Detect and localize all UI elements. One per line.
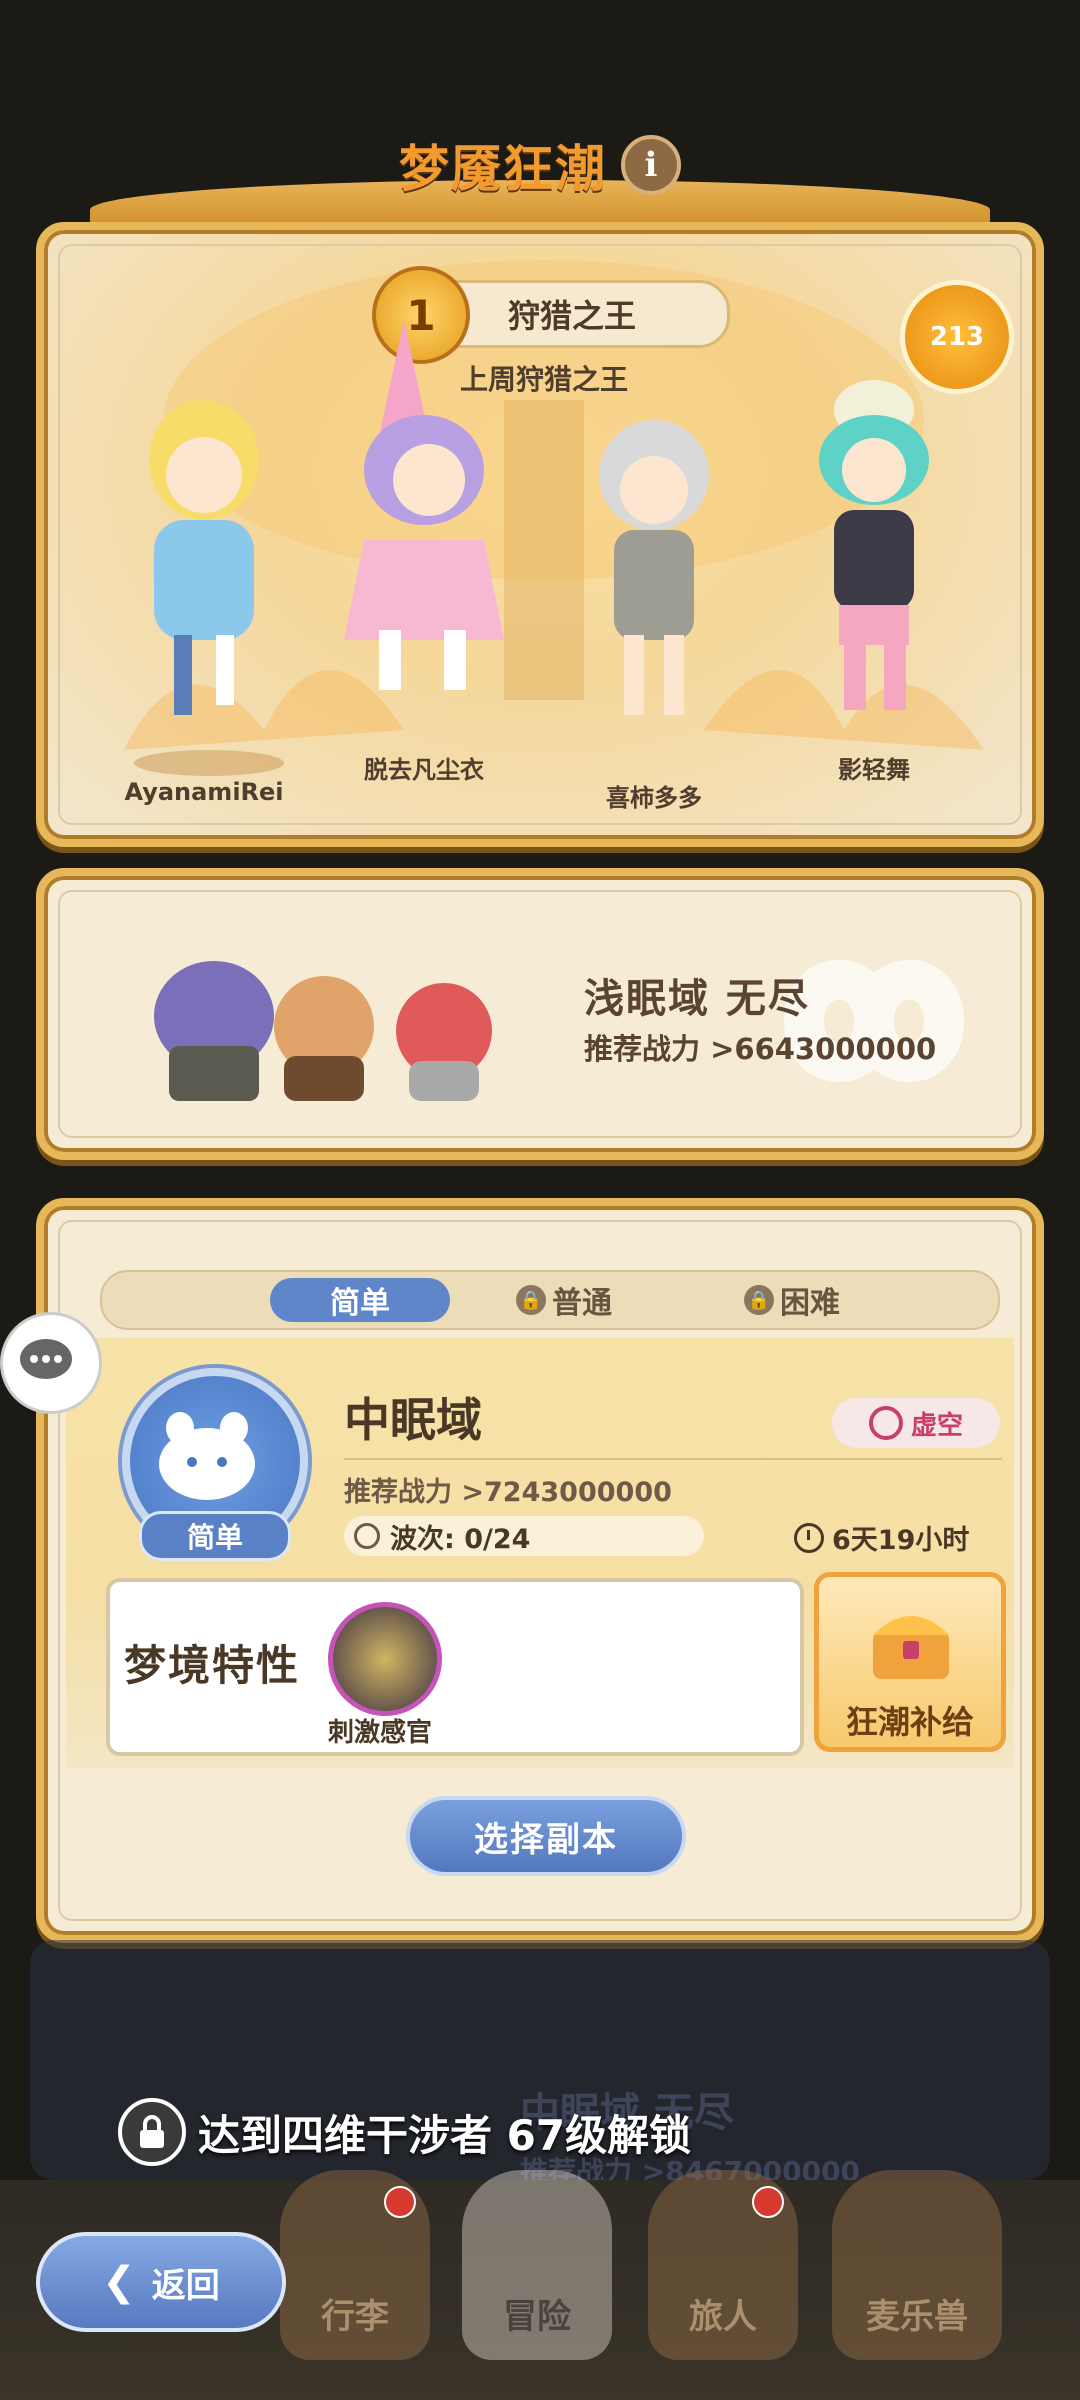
info-icon[interactable]: i — [621, 135, 681, 195]
nav-item-pets[interactable]: 麦乐兽 — [832, 2170, 1002, 2360]
endless-recommended-power: 推荐战力 >6643000000 — [584, 1032, 937, 1066]
tab-normal[interactable]: 🔒 普通 — [494, 1278, 634, 1322]
back-button[interactable]: ❮ 返回 — [36, 2232, 286, 2332]
page-title: 梦魇狂潮 — [399, 140, 607, 198]
lock-icon: 🔒 — [744, 1285, 774, 1315]
difficulty-tabs: 简单 🔒 普通 🔒 困难 — [100, 1270, 1000, 1330]
select-dungeon-button[interactable]: 选择副本 — [406, 1796, 686, 1876]
notification-badge — [384, 2186, 416, 2218]
monster-group-image — [154, 961, 492, 1101]
character-avatar[interactable] — [334, 310, 514, 710]
time-remaining: 6天19小时 — [794, 1518, 969, 1557]
trait-name: 刺激感官 — [327, 1718, 432, 1748]
chat-icon[interactable] — [0, 1312, 102, 1414]
character-name: 脱去凡尘衣 — [364, 756, 484, 784]
tide-supply-button[interactable]: 狂潮补给 — [814, 1572, 1006, 1752]
dungeon-recommended-power: 推荐战力 >7243000000 — [344, 1477, 672, 1508]
element-tag-label: 虚空 — [910, 1410, 963, 1441]
podium-badge: 213 — [929, 322, 985, 352]
unlock-message-label: 达到四维干涉者 67级解锁 — [198, 2110, 692, 2160]
trait-title: 梦境特性 — [124, 1641, 301, 1690]
character-avatar[interactable] — [114, 400, 294, 730]
nav-item-label: 旅人 — [689, 2297, 757, 2337]
page-header: 梦魇狂潮 i — [0, 120, 1080, 210]
dream-trait-panel: 梦境特性 刺激感官 — [106, 1578, 804, 1756]
endless-mode-card[interactable]: 浅眠域 无尽 推荐战力 >6643000000 — [36, 868, 1044, 1160]
element-tag: 虚空 — [832, 1398, 1000, 1448]
tab-normal-label: 普通 — [552, 1286, 612, 1321]
clock-icon — [794, 1522, 824, 1553]
dungeon-name: 中眠域 — [344, 1393, 482, 1447]
trait-icon[interactable] — [328, 1602, 442, 1716]
tab-hard-label: 困难 — [780, 1286, 840, 1321]
hunt-king-card: 狩猎之王 1 上周狩猎之王 213 AyanamiRei 脱去凡尘衣 喜柿多多 — [36, 222, 1044, 847]
character-avatar[interactable] — [564, 420, 744, 730]
difficulty-badge: 简单 — [139, 1511, 291, 1561]
divider — [344, 1458, 1002, 1460]
notification-badge — [752, 2186, 784, 2218]
endless-title: 浅眠域 无尽 — [584, 976, 810, 1022]
character-avatar[interactable] — [784, 370, 964, 720]
wave-label: 波次: 0/24 — [390, 1523, 531, 1555]
back-label: 返回 — [151, 2265, 220, 2306]
character-name: 影轻舞 — [838, 756, 910, 784]
time-left-label: 6天19小时 — [832, 1525, 970, 1556]
lock-icon: 🔒 — [516, 1285, 546, 1315]
tab-easy[interactable]: 简单 — [270, 1278, 450, 1322]
nav-item-label: 冒险 — [503, 2297, 571, 2337]
back-arrow-icon: ❮ — [102, 2259, 136, 2305]
void-icon — [868, 1406, 903, 1440]
bunny-icon — [159, 1412, 255, 1500]
unlock-message: 达到四维干涉者 67级解锁 — [118, 2098, 691, 2166]
character-name: AyanamiRei — [124, 778, 284, 806]
supply-label: 狂潮补给 — [845, 1703, 974, 1741]
hunt-king-label: 狩猎之王 — [507, 297, 636, 335]
wave-progress: 波次: 0/24 — [344, 1516, 704, 1556]
nav-item-adventure[interactable]: 冒险 — [462, 2170, 612, 2360]
dungeon-card: 简单 🔒 普通 🔒 困难 简单 中眠域 虚空 推荐战力 >7243000000 … — [36, 1198, 1044, 1943]
wave-icon — [354, 1523, 380, 1549]
nav-item-label: 麦乐兽 — [866, 2297, 968, 2337]
lock-icon — [118, 2098, 186, 2166]
chest-icon — [873, 1616, 949, 1679]
tab-easy-label: 简单 — [330, 1286, 390, 1321]
character-shadow — [134, 750, 284, 776]
character-name: 喜柿多多 — [606, 784, 702, 812]
tab-hard[interactable]: 🔒 困难 — [722, 1278, 862, 1322]
nav-item-label: 行李 — [321, 2297, 389, 2337]
